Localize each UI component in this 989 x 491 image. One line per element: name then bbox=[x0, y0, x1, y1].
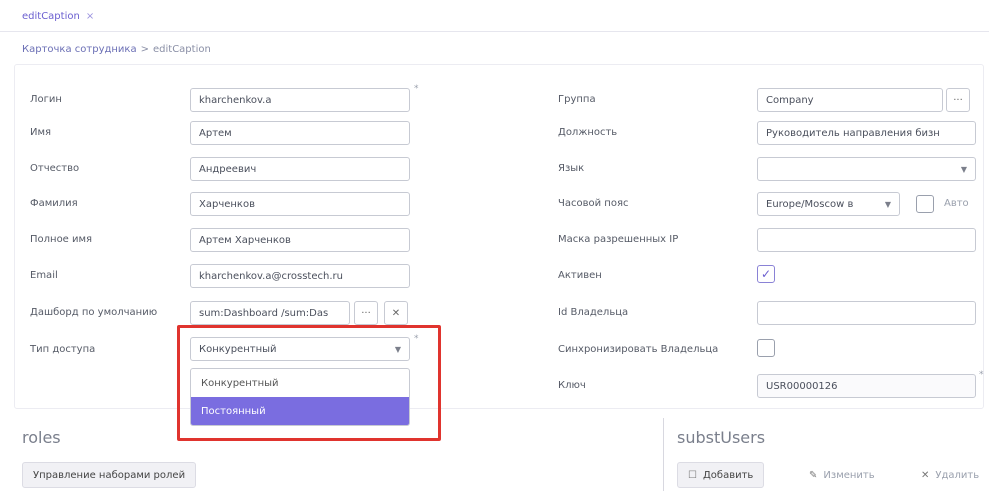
subst-users-title: substUsers bbox=[677, 428, 766, 447]
group-input[interactable]: Company bbox=[757, 88, 943, 112]
dashboard-label: Дашборд по умолчанию bbox=[30, 307, 158, 318]
ip-mask-input[interactable] bbox=[757, 228, 976, 252]
dropdown-option-postoyanny[interactable]: Постоянный bbox=[191, 397, 409, 425]
dashboard-clear-button[interactable]: ✕ bbox=[384, 301, 408, 325]
section-divider bbox=[663, 418, 664, 491]
close-icon: ✕ bbox=[391, 307, 401, 319]
email-label: Email bbox=[30, 270, 58, 281]
dropdown-option-konkurentny[interactable]: Конкурентный bbox=[191, 369, 409, 397]
tab-bar: editCaption × bbox=[0, 0, 989, 32]
access-type-value: Конкурентный bbox=[199, 343, 277, 355]
required-mark: * bbox=[414, 84, 419, 94]
check-icon: ✓ bbox=[760, 267, 772, 281]
chevron-down-icon: ▼ bbox=[884, 200, 891, 209]
add-icon: ☐ bbox=[688, 469, 697, 481]
login-input[interactable]: kharchenkov.a bbox=[190, 88, 410, 112]
chevron-down-icon: ▼ bbox=[960, 165, 967, 174]
close-icon: ✕ bbox=[921, 469, 930, 481]
ellipsis-icon: ··· bbox=[953, 94, 963, 106]
dashboard-lookup-button[interactable]: ··· bbox=[354, 301, 378, 325]
owner-id-input[interactable] bbox=[757, 301, 976, 325]
chevron-down-icon: ▼ bbox=[394, 345, 401, 354]
position-input[interactable]: Руководитель направления бизн bbox=[757, 121, 976, 145]
access-type-select[interactable]: Конкурентный ▼ bbox=[190, 337, 410, 361]
edit-button-label: Изменить bbox=[823, 469, 875, 481]
timezone-auto-label: Авто bbox=[944, 198, 969, 209]
ellipsis-icon: ··· bbox=[361, 307, 371, 319]
tab-label: editCaption bbox=[22, 11, 80, 22]
add-button-label: Добавить bbox=[702, 469, 754, 481]
language-select[interactable]: ▼ bbox=[757, 157, 976, 181]
sync-owner-checkbox[interactable] bbox=[757, 339, 775, 357]
tab-editcaption[interactable]: editCaption × bbox=[22, 11, 94, 22]
active-checkbox[interactable]: ✓ bbox=[757, 265, 775, 283]
add-substitute-button[interactable]: ☐ Добавить bbox=[677, 462, 765, 488]
manage-roles-button[interactable]: Управление наборами ролей bbox=[22, 462, 197, 488]
first-name-input[interactable]: Артем bbox=[190, 121, 410, 145]
active-label: Активен bbox=[558, 270, 602, 281]
breadcrumb-parent[interactable]: Карточка сотрудника bbox=[22, 44, 137, 55]
email-input[interactable]: kharchenkov.a@crosstech.ru bbox=[190, 264, 410, 288]
delete-substitute-button[interactable]: ✕ Удалить bbox=[910, 462, 989, 488]
middle-name-input[interactable]: Андреевич bbox=[190, 157, 410, 181]
key-label: Ключ bbox=[558, 380, 586, 391]
timezone-label: Часовой пояс bbox=[558, 198, 629, 209]
timezone-select[interactable]: Europe/Moscow в ▼ bbox=[757, 192, 900, 216]
delete-button-label: Удалить bbox=[935, 469, 980, 481]
breadcrumb: Карточка сотрудника > editCaption bbox=[22, 44, 211, 55]
sync-owner-label: Синхронизировать Владельца bbox=[558, 344, 719, 355]
first-name-label: Имя bbox=[30, 127, 52, 138]
required-mark: * bbox=[979, 370, 984, 380]
group-label: Группа bbox=[558, 94, 596, 105]
group-lookup-button[interactable]: ··· bbox=[946, 88, 970, 112]
login-label: Логин bbox=[30, 94, 62, 105]
roles-title: roles bbox=[22, 428, 61, 447]
access-type-dropdown: Конкурентный Постоянный bbox=[190, 368, 410, 426]
breadcrumb-current: editCaption bbox=[153, 44, 211, 55]
timezone-auto-checkbox[interactable] bbox=[916, 195, 934, 213]
pencil-icon: ✎ bbox=[809, 469, 818, 481]
dashboard-input[interactable]: sum:Dashboard /sum:Das bbox=[190, 301, 350, 325]
access-type-label: Тип доступа bbox=[30, 344, 96, 355]
language-label: Язык bbox=[558, 163, 585, 174]
edit-substitute-button[interactable]: ✎ Изменить bbox=[798, 462, 886, 488]
full-name-label: Полное имя bbox=[30, 234, 93, 245]
timezone-value: Europe/Moscow в bbox=[766, 198, 854, 210]
ip-mask-label: Маска разрешенных IP bbox=[558, 234, 679, 245]
last-name-label: Фамилия bbox=[30, 198, 78, 209]
tab-close-icon[interactable]: × bbox=[86, 11, 94, 22]
full-name-input[interactable]: Артем Харченков bbox=[190, 228, 410, 252]
owner-id-label: Id Владельца bbox=[558, 307, 629, 318]
position-label: Должность bbox=[558, 127, 618, 138]
required-mark: * bbox=[414, 334, 419, 344]
last-name-input[interactable]: Харченков bbox=[190, 192, 410, 216]
key-input[interactable]: USR00000126 bbox=[757, 374, 976, 398]
middle-name-label: Отчество bbox=[30, 163, 80, 174]
breadcrumb-separator: > bbox=[140, 44, 149, 55]
